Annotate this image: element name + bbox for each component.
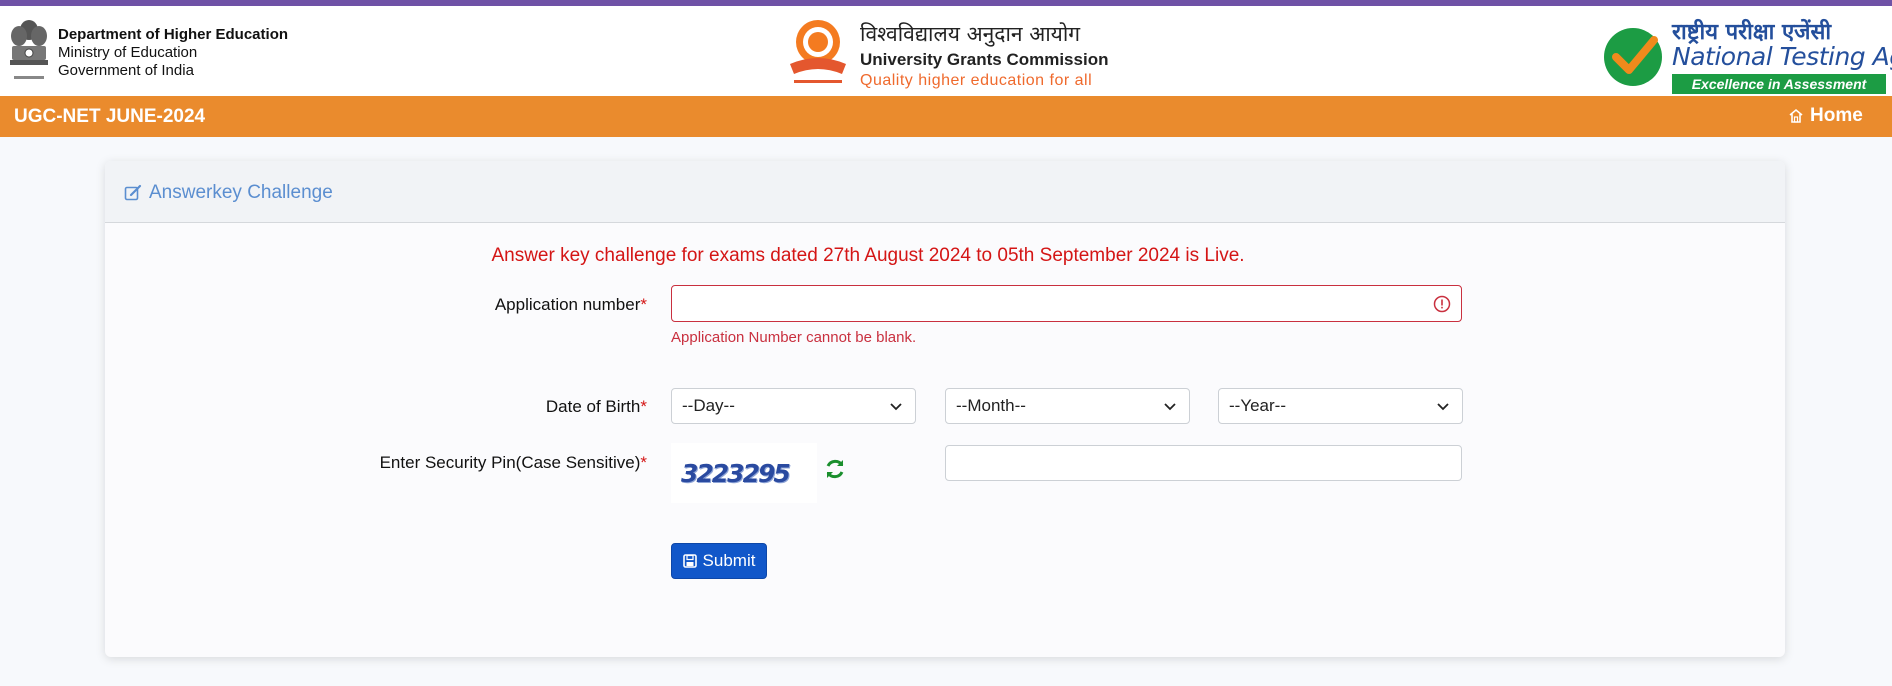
error-icon (1433, 295, 1451, 313)
card-title-text: Answerkey Challenge (149, 182, 333, 203)
ugc-seal-icon (790, 20, 846, 83)
edit-icon (124, 184, 142, 201)
nta-english-name: National Testing Agency (1672, 42, 1892, 71)
submit-label: Submit (702, 551, 756, 570)
required-mark: * (640, 295, 647, 314)
dob-year-select[interactable]: --Year-- (1218, 388, 1463, 424)
dob-year-value: --Year-- (1229, 396, 1286, 415)
dob-day-value: --Day-- (682, 396, 735, 415)
application-number-error: Application Number cannot be blank. (671, 329, 917, 346)
chevron-down-icon (1437, 403, 1449, 411)
dept-higher-education-logo: Department of Higher Education Ministry … (6, 16, 306, 90)
refresh-captcha-icon[interactable] (823, 457, 847, 481)
captcha-text: 3223295 (681, 459, 791, 488)
card-title: Answerkey Challenge (124, 182, 333, 204)
ugc-logo: विश्वविद्यालय अनुदान आयोग University Gra… (786, 14, 1116, 94)
nta-check-icon (1604, 28, 1662, 86)
dept-name: Department of Higher Education (58, 26, 289, 43)
required-mark: * (640, 397, 647, 416)
required-mark: * (640, 453, 647, 472)
security-pin-label-text: Enter Security Pin(Case Sensitive) (379, 453, 641, 472)
nta-tagline: Excellence in Assessment (1672, 74, 1886, 94)
exam-title: UGC-NET JUNE-2024 (14, 106, 206, 127)
application-number-input[interactable] (671, 285, 1462, 322)
chevron-down-icon (890, 403, 902, 411)
security-pin-input[interactable] (945, 445, 1462, 481)
nta-logo: राष्ट्रीय परीक्षा एजेंसी National Testin… (1602, 14, 1892, 96)
application-number-label-text: Application number (494, 295, 641, 314)
card-header: Answerkey Challenge (105, 161, 1785, 223)
ugc-hindi-name: विश्वविद्यालय अनुदान आयोग (860, 22, 1081, 46)
national-emblem-icon (10, 20, 48, 79)
security-pin-label: Enter Security Pin(Case Sensitive)* (380, 453, 647, 473)
ugc-tagline: Quality higher education for all (860, 72, 1093, 89)
captcha-image: 3223295 (671, 443, 817, 503)
application-number-label: Application number* (495, 295, 647, 315)
submit-button[interactable]: Submit (671, 543, 767, 579)
ministry-name: Ministry of Education (58, 44, 198, 61)
government-name: Government of India (58, 62, 194, 79)
home-icon (1789, 108, 1803, 123)
save-icon (682, 554, 697, 568)
chevron-down-icon (1164, 403, 1176, 411)
dept-text-block: Department of Higher Education Ministry … (58, 26, 288, 80)
home-label: Home (1810, 105, 1863, 126)
answerkey-card: Answerkey Challenge Answer key challenge… (105, 161, 1785, 657)
dob-month-select[interactable]: --Month-- (945, 388, 1190, 424)
challenge-notice: Answer key challenge for exams dated 27t… (491, 245, 1245, 266)
home-link[interactable]: Home (1788, 105, 1863, 127)
ugc-english-name: University Grants Commission (860, 50, 1109, 69)
dob-month-value: --Month-- (956, 396, 1026, 415)
logo-header: Department of Higher Education Ministry … (0, 6, 1892, 96)
dob-day-select[interactable]: --Day-- (671, 388, 916, 424)
nav-bar: UGC-NET JUNE-2024 Home (0, 96, 1892, 137)
dob-label: Date of Birth* (546, 397, 647, 417)
dob-label-text: Date of Birth (545, 397, 641, 416)
